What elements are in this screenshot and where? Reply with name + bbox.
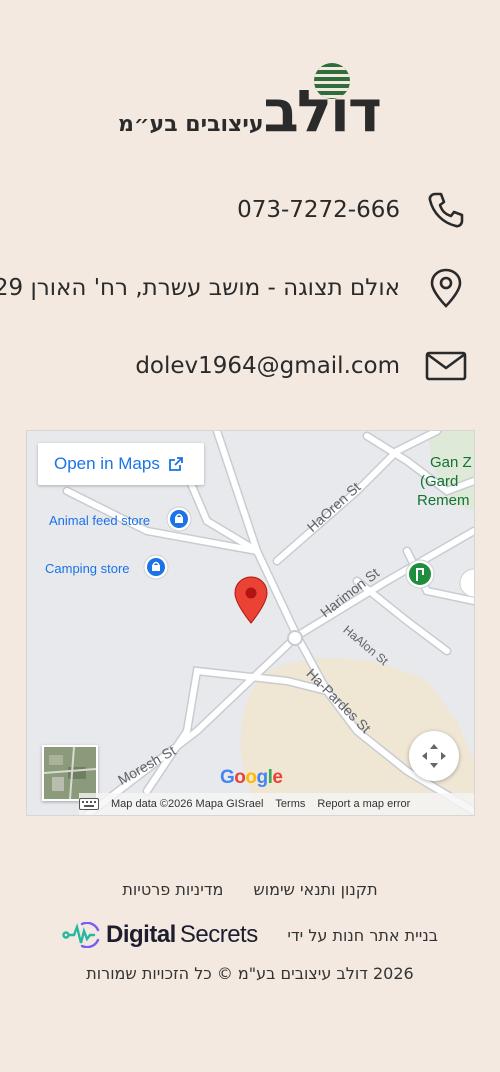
company-logo[interactable]: דולב עיצובים בע״מ xyxy=(118,60,382,145)
brand-name-bold: Digital xyxy=(106,921,176,948)
poi-animal-feed-store[interactable]: Animal feed store xyxy=(49,513,150,528)
map-attribution-bar: Map data ©2026 Mapa GISrael Terms Report… xyxy=(27,793,474,815)
contact-address-row[interactable]: אולם תצוגה - מושב עשרת, רח' האורן 29 xyxy=(0,266,468,310)
satellite-thumbnail-icon xyxy=(44,747,96,799)
brand-name-light: Secrets xyxy=(179,921,258,948)
fullscreen-icon xyxy=(422,744,446,768)
email-address[interactable]: dolev1964@gmail.com xyxy=(135,353,400,379)
terms-link[interactable]: תקנון ותנאי שימוש xyxy=(253,880,377,899)
poi-camping-store[interactable]: Camping store xyxy=(45,561,130,576)
fullscreen-button[interactable] xyxy=(409,731,459,781)
map-pin-icon[interactable] xyxy=(233,576,269,624)
location-pin-icon xyxy=(424,266,468,310)
logo-main-text: דולב xyxy=(263,77,382,145)
map-terms-link[interactable]: Terms xyxy=(275,798,305,810)
report-map-error-link[interactable]: Report a map error xyxy=(317,798,410,810)
keyboard-shortcuts-icon[interactable] xyxy=(79,798,99,810)
google-logo: Google xyxy=(220,767,283,788)
address-text: אולם תצוגה - מושב עשרת, רח' האורן 29 xyxy=(0,275,400,301)
garden-label-line-2[interactable]: (Gard xyxy=(420,472,458,492)
contact-email-row[interactable]: dolev1964@gmail.com xyxy=(135,344,468,388)
site-builder-credit[interactable]: Digital Secrets בניית אתר חנות על ידי xyxy=(62,918,438,952)
contact-phone-row[interactable]: 073-7272-666 xyxy=(237,188,468,232)
open-in-maps-button[interactable]: Open in Maps xyxy=(38,443,204,485)
park-marker-icon xyxy=(405,559,435,589)
copyright-text: 2026 דולב עיצובים בע"מ © כל הזכויות שמור… xyxy=(86,964,414,983)
open-in-maps-label: Open in Maps xyxy=(54,454,160,473)
privacy-policy-link[interactable]: מדיניות פרטיות xyxy=(122,880,223,899)
external-link-icon xyxy=(168,457,183,471)
animal-feed-marker-icon xyxy=(166,506,192,532)
footer-links: תקנון ותנאי שימוש מדיניות פרטיות xyxy=(0,880,500,899)
map-data-credit: Map data ©2026 Mapa GISrael xyxy=(111,798,264,810)
garden-label-line-1[interactable]: Gan Z xyxy=(430,453,472,473)
logo-sub-text: עיצובים בע״מ xyxy=(118,112,264,137)
digital-secrets-wave-icon xyxy=(62,922,100,948)
mail-icon xyxy=(424,344,468,388)
digital-secrets-logo[interactable]: Digital Secrets xyxy=(62,921,258,949)
garden-label-line-3[interactable]: Remem xyxy=(417,491,470,511)
phone-icon xyxy=(424,188,468,232)
embedded-map[interactable]: Open in Maps Animal feed store Camping s… xyxy=(26,430,475,816)
camping-marker-icon xyxy=(143,554,169,580)
builder-credit-text: בניית אתר חנות על ידי xyxy=(287,925,438,945)
phone-number[interactable]: 073-7272-666 xyxy=(237,197,400,223)
